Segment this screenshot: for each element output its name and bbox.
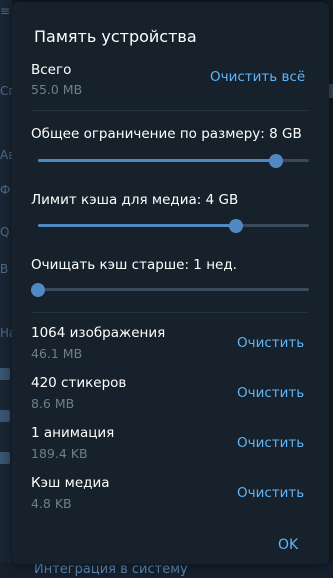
background-icon-fragment: В (0, 262, 9, 276)
dialog-title: Память устройства (34, 27, 197, 46)
clear-images-button[interactable]: Очистить (237, 335, 304, 351)
slider-handle[interactable] (269, 154, 284, 168)
total-label: Всего (31, 62, 72, 78)
background-checkbox[interactable] (0, 368, 10, 380)
total-limit-label: Общее ограничение по размеру: 8 GB (31, 126, 302, 142)
clear-stickers-button[interactable]: Очистить (237, 385, 304, 401)
background-text-fragment: На (0, 326, 12, 340)
stickers-size: 8.6 MB (31, 396, 75, 411)
background-footer: Интеграция в систему (0, 562, 333, 578)
ok-button[interactable]: OK (278, 537, 298, 553)
cache-age-slider[interactable] (31, 283, 309, 297)
animations-label: 1 анимация (31, 425, 115, 441)
background-scroll-marker (329, 84, 333, 98)
slider-handle[interactable] (228, 219, 243, 233)
media-cache-size: 4.8 KB (31, 496, 72, 511)
stickers-label: 420 стикеров (31, 375, 127, 391)
background-integration-link[interactable]: Интеграция в систему (34, 562, 188, 577)
slider-fill (38, 159, 277, 162)
background-checkbox[interactable] (0, 452, 10, 464)
background-icon-fragment: Q (0, 225, 10, 239)
cache-age-label: Очищать кэш старше: 1 нед. (31, 257, 237, 273)
slider-fill (38, 224, 236, 227)
animations-size: 189.4 KB (31, 446, 88, 461)
device-storage-dialog: Память устройства Всего 55.0 MB Очистить… (12, 2, 329, 564)
images-label: 1064 изображения (31, 325, 166, 341)
menu-icon[interactable]: ≡ (0, 4, 12, 18)
background-checkbox[interactable] (0, 410, 10, 422)
background-icon-fragment: Ф (0, 183, 11, 197)
clear-media-cache-button[interactable]: Очистить (237, 485, 304, 501)
media-cache-limit-label: Лимит кэша для медиа: 4 GB (31, 192, 239, 208)
media-cache-limit-slider[interactable] (38, 219, 309, 233)
app-window: ≡ Сп Ав Ф Q В На Интеграция в систему Па… (0, 0, 333, 578)
divider (31, 312, 309, 313)
slider-handle[interactable] (31, 283, 45, 297)
background-text-fragment: Ав (0, 148, 12, 162)
divider (31, 110, 309, 111)
background-text-fragment: Сп (0, 84, 12, 98)
clear-animations-button[interactable]: Очистить (237, 435, 304, 451)
total-limit-slider[interactable] (38, 154, 309, 168)
images-size: 46.1 MB (31, 346, 83, 361)
media-cache-label: Кэш медиа (31, 475, 110, 491)
clear-all-button[interactable]: Очистить всё (210, 69, 305, 85)
slider-track (38, 288, 309, 291)
total-size: 55.0 MB (31, 82, 83, 97)
